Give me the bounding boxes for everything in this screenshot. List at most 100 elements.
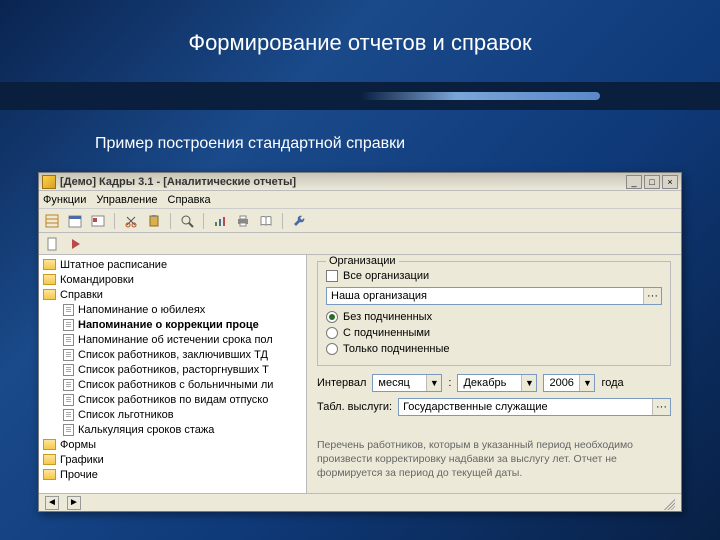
resize-grip[interactable] bbox=[661, 496, 675, 510]
month-combo[interactable]: Декабрь ▼ bbox=[457, 374, 537, 392]
tree-folder[interactable]: Формы bbox=[39, 437, 306, 452]
year-value: 2006 bbox=[544, 377, 579, 389]
nav-next-button[interactable]: ► bbox=[67, 496, 81, 510]
table-select[interactable]: Государственные служащие ··· bbox=[398, 398, 671, 416]
grid-icon[interactable] bbox=[43, 212, 61, 230]
month-dropdown-icon[interactable]: ▼ bbox=[521, 375, 536, 391]
document-icon bbox=[63, 394, 74, 406]
org-value: Наша организация bbox=[327, 290, 643, 302]
book-icon[interactable] bbox=[257, 212, 275, 230]
tree-doc[interactable]: Список работников с больничными ли bbox=[39, 377, 306, 392]
tree-item-label: Калькуляция сроков стажа bbox=[78, 424, 214, 436]
year-combo[interactable]: 2006 ▼ bbox=[543, 374, 595, 392]
tree-item-label: Командировки bbox=[60, 274, 134, 286]
radio-with-sub-label: С подчиненными bbox=[343, 327, 430, 339]
table-row: Табл. выслуги: Государственные служащие … bbox=[317, 398, 671, 416]
radio-only-sub[interactable] bbox=[326, 343, 338, 355]
document-icon bbox=[63, 379, 74, 391]
tree-folder[interactable]: Штатное расписание bbox=[39, 257, 306, 272]
month-value: Декабрь bbox=[458, 377, 521, 389]
table-label: Табл. выслуги: bbox=[317, 401, 392, 413]
interval-row: Интервал месяц ▼ : Декабрь ▼ 2006 ▼ года bbox=[317, 374, 671, 392]
radio-no-sub[interactable] bbox=[326, 311, 338, 323]
tree-item-label: Формы bbox=[60, 439, 96, 451]
tree-doc[interactable]: Напоминание о юбилеях bbox=[39, 302, 306, 317]
all-orgs-label: Все организации bbox=[343, 270, 429, 282]
wrench-icon[interactable] bbox=[290, 212, 308, 230]
card-icon[interactable] bbox=[89, 212, 107, 230]
interval-label: Интервал bbox=[317, 377, 366, 389]
org-picker-button[interactable]: ··· bbox=[643, 288, 661, 304]
folder-icon bbox=[43, 274, 56, 285]
all-orgs-checkbox[interactable] bbox=[326, 270, 338, 282]
titlebar[interactable]: [Демо] Кадры 3.1 - [Аналитические отчеты… bbox=[39, 173, 681, 191]
clipboard-icon[interactable] bbox=[145, 212, 163, 230]
tree-item-label: Список льготников bbox=[78, 409, 174, 421]
window-title: [Демо] Кадры 3.1 - [Аналитические отчеты… bbox=[60, 176, 626, 188]
table-value: Государственные служащие bbox=[399, 401, 652, 413]
menu-management[interactable]: Управление bbox=[96, 194, 157, 206]
menu-help[interactable]: Справка bbox=[168, 194, 211, 206]
close-button[interactable]: × bbox=[662, 175, 678, 189]
org-select[interactable]: Наша организация ··· bbox=[326, 287, 662, 305]
tree-folder[interactable]: Графики bbox=[39, 452, 306, 467]
org-group-label: Организации bbox=[326, 255, 399, 267]
document-icon bbox=[63, 334, 74, 346]
tree-item-label: Штатное расписание bbox=[60, 259, 167, 271]
interval-value: месяц bbox=[373, 377, 426, 389]
interval-dropdown-icon[interactable]: ▼ bbox=[426, 375, 441, 391]
menu-functions[interactable]: Функции bbox=[43, 194, 86, 206]
accent-bar bbox=[0, 82, 720, 110]
tree-item-label: Графики bbox=[60, 454, 104, 466]
tree-pane[interactable]: Штатное расписание КомандировкиСправки Нап… bbox=[39, 255, 307, 493]
document-icon bbox=[63, 319, 74, 331]
tree-doc[interactable]: Напоминание об истечении срока пол bbox=[39, 332, 306, 347]
tree-doc[interactable]: Список льготников bbox=[39, 407, 306, 422]
minimize-button[interactable]: _ bbox=[626, 175, 642, 189]
tree-doc[interactable]: Напоминание о коррекции проце bbox=[39, 317, 306, 332]
radio-with-sub[interactable] bbox=[326, 327, 338, 339]
tree-doc[interactable]: Список работников по видам отпуско bbox=[39, 392, 306, 407]
hint-text: Перечень работников, которым в указанный… bbox=[317, 438, 671, 481]
folder-icon bbox=[43, 439, 56, 450]
tree-item-label: Напоминание о коррекции проце bbox=[78, 319, 259, 331]
tree-folder[interactable]: Командировки bbox=[39, 272, 306, 287]
document-icon bbox=[63, 364, 74, 376]
interval-combo[interactable]: месяц ▼ bbox=[372, 374, 442, 392]
maximize-button[interactable]: □ bbox=[644, 175, 660, 189]
tree-item-label: Список работников по видам отпуско bbox=[78, 394, 268, 406]
year-suffix: года bbox=[601, 377, 623, 389]
form-pane: Организации Все организации Наша организ… bbox=[307, 255, 681, 493]
tree-item-label: Список работников, заключивших ТД bbox=[78, 349, 268, 361]
tree-item-label: Список работников с больничными ли bbox=[78, 379, 273, 391]
tree-folder[interactable]: Прочие bbox=[39, 467, 306, 482]
tree-doc[interactable]: Калькуляция сроков стажа bbox=[39, 422, 306, 437]
table-picker-button[interactable]: ··· bbox=[652, 399, 670, 415]
document-icon bbox=[63, 409, 74, 421]
statusbar: ◄ ► bbox=[39, 493, 681, 511]
print-icon[interactable] bbox=[234, 212, 252, 230]
year-dropdown-icon[interactable]: ▼ bbox=[579, 375, 594, 391]
app-window: [Демо] Кадры 3.1 - [Аналитические отчеты… bbox=[38, 172, 682, 512]
chart-icon[interactable] bbox=[211, 212, 229, 230]
nav-prev-button[interactable]: ◄ bbox=[45, 496, 59, 510]
body-area: Штатное расписание КомандировкиСправки Нап… bbox=[39, 255, 681, 493]
run-icon[interactable] bbox=[66, 235, 84, 253]
org-groupbox: Организации Все организации Наша организ… bbox=[317, 261, 671, 366]
app-icon bbox=[42, 175, 56, 189]
page-icon[interactable] bbox=[43, 235, 61, 253]
calendar-icon[interactable] bbox=[66, 212, 84, 230]
menubar: Функции Управление Справка bbox=[39, 191, 681, 209]
tree-doc[interactable]: Список работников, заключивших ТД bbox=[39, 347, 306, 362]
tree-item-label: Список работников, расторгнувших Т bbox=[78, 364, 269, 376]
tree-item-label: Напоминание об истечении срока пол bbox=[78, 334, 273, 346]
toolbar-main bbox=[39, 209, 681, 233]
cut-icon[interactable] bbox=[122, 212, 140, 230]
tree-folder[interactable]: Справки bbox=[39, 287, 306, 302]
radio-only-sub-label: Только подчиненные bbox=[343, 343, 450, 355]
toolbar-secondary bbox=[39, 233, 681, 255]
slide-title: Формирование отчетов и справок bbox=[0, 0, 720, 56]
tree-item-label: Напоминание о юбилеях bbox=[78, 304, 205, 316]
tree-doc[interactable]: Список работников, расторгнувших Т bbox=[39, 362, 306, 377]
search-icon[interactable] bbox=[178, 212, 196, 230]
